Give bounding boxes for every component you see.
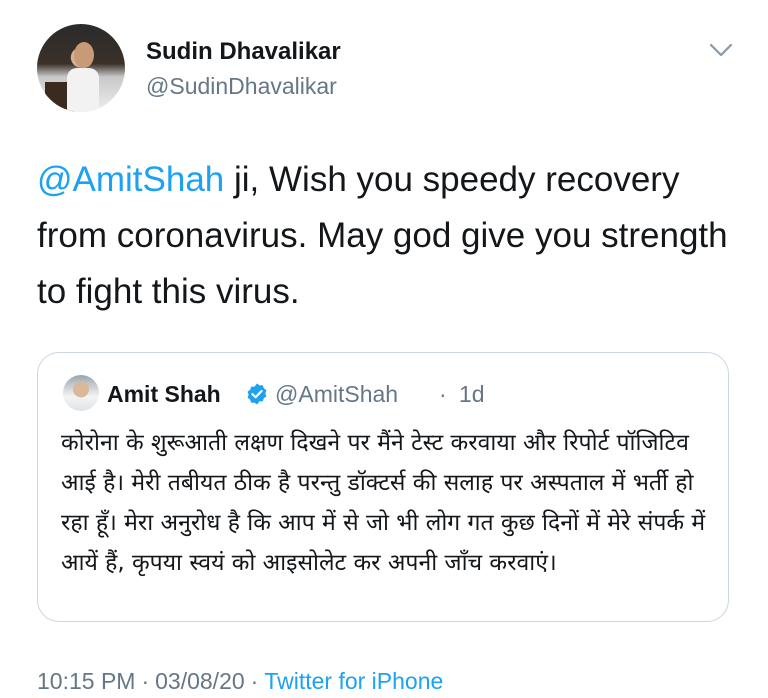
tweet-text: @AmitShah ji, Wish you speedy recovery f… (37, 152, 737, 320)
quoted-author-avatar[interactable] (63, 375, 99, 411)
tweet-time[interactable]: 10:15 PM (37, 668, 135, 694)
quoted-author-name[interactable]: Amit Shah (107, 381, 221, 408)
tweet-source-link[interactable]: Twitter for iPhone (264, 668, 443, 694)
verified-badge-icon (247, 383, 267, 405)
footer-separator: · (250, 668, 259, 694)
quoted-separator: · (439, 381, 447, 407)
quoted-tweet-text: कोरोना के शुरूआती लक्षण दिखने पर मैंने ट… (61, 430, 706, 576)
footer-separator: · (141, 668, 150, 694)
avatar-shirt (67, 68, 99, 112)
tweet-footer: 10:15 PM · 03/08/20 · Twitter for iPhone (37, 668, 443, 695)
author-display-name[interactable]: Sudin Dhavalikar (146, 38, 341, 66)
tweet-date[interactable]: 03/08/20 (155, 668, 245, 694)
chevron-down-icon[interactable] (707, 40, 735, 60)
tweet-mention-link[interactable]: @AmitShah (37, 160, 224, 199)
author-avatar[interactable] (37, 24, 125, 112)
quoted-timestamp[interactable]: 1d (459, 381, 485, 408)
quoted-author-handle[interactable]: @AmitShah (275, 381, 398, 408)
author-handle[interactable]: @SudinDhavalikar (146, 73, 337, 100)
quoted-tweet-card[interactable]: Amit Shah @AmitShah · 1d कोरोना के शुरूआ… (37, 352, 729, 622)
avatar-face (74, 42, 94, 68)
